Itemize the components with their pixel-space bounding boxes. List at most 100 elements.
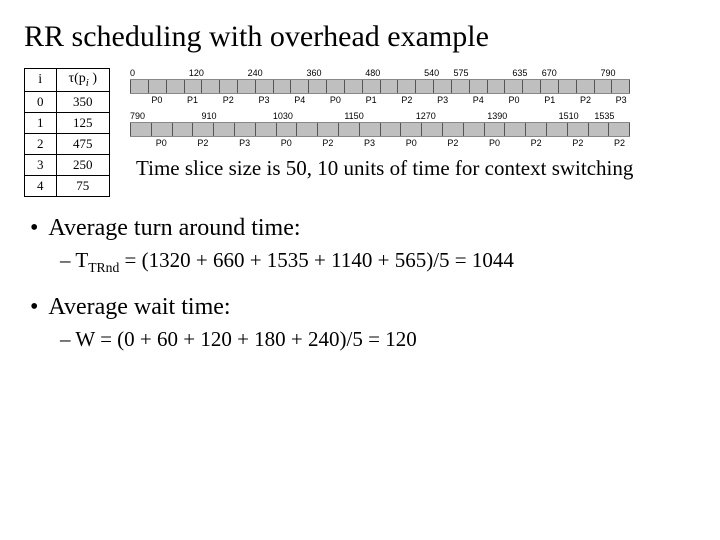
gantt-segment (504, 123, 525, 136)
table-header-row: i τ(pi ) (25, 69, 110, 92)
gantt-segment (504, 80, 522, 93)
gantt-tick (523, 111, 559, 121)
gantt-segment (359, 123, 380, 136)
gantt-ticks-row1: 0120240360480540575635670790 (130, 68, 630, 78)
gantt-segment (201, 80, 219, 93)
gantt-process-label (309, 95, 327, 105)
gantt-process-label (380, 95, 398, 105)
gantt-process-label (487, 95, 505, 105)
gantt-segment (415, 80, 433, 93)
gantt-segment (192, 123, 213, 136)
gantt-process-label (588, 138, 609, 148)
gantt-tick: 540 (424, 68, 453, 78)
gantt-tick: 575 (454, 68, 483, 78)
slide: RR scheduling with overhead example i τ(… (0, 0, 720, 540)
gantt-process-label: P2 (609, 138, 630, 148)
turnaround-equation: TTRnd = (1320 + 660 + 1535 + 1140 + 565)… (60, 248, 696, 276)
gantt-segment (151, 123, 172, 136)
gantt-tick (483, 68, 512, 78)
gantt-tick (380, 111, 416, 121)
gantt-process-label (380, 138, 401, 148)
gantt-segment (588, 123, 609, 136)
gantt-tick (571, 68, 600, 78)
gantt-tick (395, 68, 424, 78)
gantt-bar-row2 (130, 122, 630, 137)
gantt-process-label (594, 95, 612, 105)
cell-tau: 350 (56, 91, 110, 112)
gantt-process-label (273, 95, 291, 105)
gantt-segment (608, 123, 630, 136)
gantt-labels-row2: P0P2P3P0P2P3P0P2P0P2P2P2 (130, 138, 630, 148)
gantt-tick (159, 68, 188, 78)
table-row: 1125 (25, 112, 110, 133)
gantt-process-label: P0 (148, 95, 166, 105)
gantt-tick: 790 (601, 68, 630, 78)
gantt-tick (452, 111, 488, 121)
gantt-process-label (201, 95, 219, 105)
gantt-segment (484, 123, 505, 136)
gantt-segment (219, 80, 237, 93)
gantt-tick: 1150 (344, 111, 380, 121)
table-row: 2475 (25, 133, 110, 154)
gantt-process-label: P3 (434, 95, 452, 105)
gantt-process-label (344, 95, 362, 105)
col-i-header: i (25, 69, 57, 92)
gantt-segment (234, 123, 255, 136)
table-row: 3250 (25, 154, 110, 175)
gantt-segment (558, 80, 576, 93)
gantt-process-label: P2 (567, 138, 588, 148)
gantt-process-label (166, 95, 184, 105)
gantt-process-label: P3 (255, 95, 273, 105)
gantt-tick (218, 68, 247, 78)
time-slice-note: Time slice size is 50, 10 units of time … (136, 156, 633, 181)
gantt-tick: 120 (189, 68, 218, 78)
gantt-segment (276, 123, 297, 136)
cell-tau: 75 (56, 175, 110, 196)
table-row: 475 (25, 175, 110, 196)
gantt-segment (546, 123, 567, 136)
gantt-segment (594, 80, 612, 93)
gantt-process-label: P4 (469, 95, 487, 105)
gantt-segment (344, 80, 362, 93)
bullet-turnaround: Average turn around time: (30, 215, 696, 242)
gantt-process-label: P2 (526, 138, 547, 148)
tau-post: ) (89, 71, 97, 86)
gantt-tick: 635 (512, 68, 541, 78)
cell-i: 1 (25, 112, 57, 133)
gantt-segment (469, 80, 487, 93)
gantt-bar-row1 (130, 79, 630, 94)
gantt-process-label: P1 (362, 95, 380, 105)
gantt-process-label: P2 (442, 138, 463, 148)
gantt-process-label (130, 95, 148, 105)
gantt-process-label (338, 138, 359, 148)
gantt-process-label: P2 (398, 95, 416, 105)
gantt-segment (317, 123, 338, 136)
gantt-process-label: P2 (193, 138, 214, 148)
gantt-tick: 1270 (416, 111, 452, 121)
wait-equation: W = (0 + 60 + 120 + 180 + 240)/5 = 120 (60, 327, 696, 352)
gantt-tick: 1510 (559, 111, 595, 121)
gantt-segment (540, 80, 558, 93)
cell-i: 2 (25, 133, 57, 154)
gantt-tick (166, 111, 202, 121)
gantt-segment (611, 80, 630, 93)
gantt-segment (338, 123, 359, 136)
cell-tau: 125 (56, 112, 110, 133)
cell-tau: 475 (56, 133, 110, 154)
gantt-process-label (547, 138, 568, 148)
gantt-segment (172, 123, 193, 136)
gantt-segment (463, 123, 484, 136)
gantt-tick: 670 (542, 68, 571, 78)
gantt-process-label: P1 (184, 95, 202, 105)
gantt-segment (451, 80, 469, 93)
gantt-segment (362, 80, 380, 93)
gantt-process-label (130, 138, 151, 148)
process-table: i τ(pi ) 0350 1125 2475 3250 475 (24, 68, 110, 197)
gantt-tick (336, 68, 365, 78)
gantt-segment (576, 80, 594, 93)
gantt-process-label (255, 138, 276, 148)
gantt-segment (421, 123, 442, 136)
gantt-segment (166, 80, 184, 93)
gantt-process-label: P4 (291, 95, 309, 105)
bullet-list: Average turn around time: (30, 215, 696, 242)
